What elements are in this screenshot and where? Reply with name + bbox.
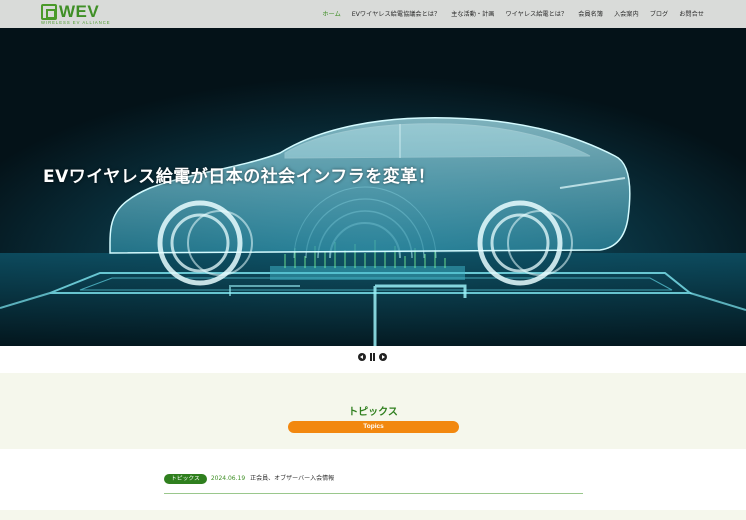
prev-icon[interactable]: [358, 353, 366, 361]
pause-icon[interactable]: [369, 353, 376, 361]
bottom-band: [0, 510, 746, 520]
main-nav: ホーム EVワイヤレス給電協議会とは？ 主な活動・計画 ワイヤレス給電とは？ 会…: [311, 9, 704, 18]
nav-item-contact[interactable]: お問合せ: [679, 9, 704, 18]
topics-pill: Topics: [288, 421, 459, 433]
nav-item-join[interactable]: 入会案内: [614, 9, 639, 18]
nav-item-activities[interactable]: 主な活動・計画: [451, 9, 494, 18]
next-icon[interactable]: [379, 353, 387, 361]
news-category-badge[interactable]: トピックス: [164, 474, 207, 484]
nav-item-blog[interactable]: ブログ: [650, 9, 669, 18]
hero-slider: EVワイヤレス給電が日本の社会インフラを変革！: [0, 28, 746, 346]
hero-title: EVワイヤレス給電が日本の社会インフラを変革！: [43, 167, 436, 187]
nav-item-wireless-charging[interactable]: ワイヤレス給電とは？: [505, 9, 567, 18]
slider-controls: [358, 353, 387, 361]
hero-image: [0, 28, 746, 346]
nav-item-members[interactable]: 会員名簿: [578, 9, 603, 18]
logo-mark-icon: [41, 4, 57, 20]
site-logo[interactable]: WEV WIRELESS EV ALLIANCE: [41, 2, 111, 25]
news-item[interactable]: トピックス 2024.06.19 正会員、オブザーバー入会情報: [164, 474, 583, 494]
news-title-link[interactable]: 正会員、オブザーバー入会情報: [250, 474, 334, 484]
logo-subtitle: WIRELESS EV ALLIANCE: [41, 20, 111, 25]
site-header: WEV WIRELESS EV ALLIANCE ホーム EVワイヤレス給電協議…: [0, 0, 746, 28]
topics-title: トピックス: [348, 407, 398, 418]
news-date: 2024.06.19: [210, 475, 246, 482]
nav-item-home[interactable]: ホーム: [322, 9, 340, 18]
nav-item-about[interactable]: EVワイヤレス給電協議会とは？: [352, 9, 440, 18]
logo-text: WEV: [59, 2, 100, 21]
